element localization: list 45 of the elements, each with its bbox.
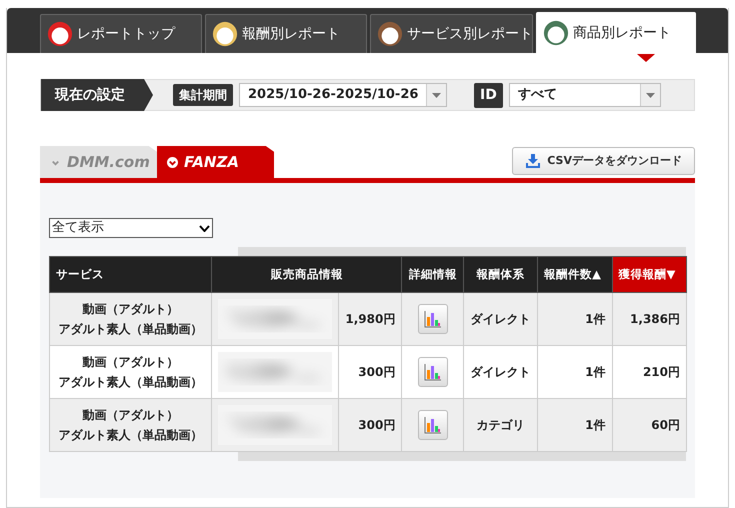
price-cell: 300円	[338, 398, 402, 452]
chart-button[interactable]	[418, 357, 448, 387]
count-cell: 1件	[538, 398, 612, 452]
price-cell: 1,980円	[338, 292, 402, 346]
reward-type-cell: ダイレクト	[464, 346, 538, 398]
reward-cell: 210円	[612, 346, 686, 398]
report-tab[interactable]: 報酬別レポート	[205, 14, 367, 53]
brand-tab[interactable]: FANZA	[157, 146, 274, 178]
price-cell: 300円	[338, 346, 402, 398]
reward-cell: 60円	[612, 398, 686, 452]
column-header: 報酬体系	[464, 256, 538, 292]
service-cell: 動画（アダルト） アダルト素人（単品動画）	[50, 398, 212, 452]
filter-select[interactable]: 全て表示	[49, 218, 213, 238]
column-header: サービス	[50, 256, 212, 292]
chart-button[interactable]	[418, 410, 448, 440]
bar-chart-icon	[424, 310, 442, 328]
column-header: 販売商品情報	[212, 256, 402, 292]
bar-chart-icon	[424, 363, 442, 381]
count-cell: 1件	[538, 346, 612, 398]
report-tab[interactable]: レポートトップ	[40, 14, 202, 53]
id-select[interactable]: すべて	[508, 83, 661, 107]
avatar-icon	[47, 21, 73, 47]
column-header: 詳細情報	[402, 256, 464, 292]
reward-type-cell: ダイレクト	[464, 292, 538, 346]
report-tab[interactable]: サービス別レポート	[370, 14, 533, 53]
period-label: 集計期間	[173, 84, 233, 106]
avatar-icon	[377, 21, 403, 47]
download-icon	[525, 153, 542, 169]
service-cell: 動画（アダルト） アダルト素人（単品動画）	[50, 346, 212, 398]
chart-button[interactable]	[418, 304, 448, 334]
chevron-icon	[167, 156, 178, 168]
count-cell: 1件	[538, 292, 612, 346]
report-tab[interactable]: 商品別レポート	[536, 12, 696, 53]
id-label: ID	[474, 82, 503, 108]
avatar-icon	[212, 21, 238, 47]
download-button[interactable]: CSVデータをダウンロード	[512, 147, 695, 175]
column-header[interactable]: 報酬件数▲	[538, 256, 612, 292]
period-select[interactable]: 2025/10-26-2025/10-26	[239, 83, 447, 107]
avatar-icon	[543, 20, 569, 46]
column-header[interactable]: 獲得報酬▼	[612, 256, 686, 292]
reward-type-cell: カテゴリ	[464, 398, 538, 452]
reward-cell: 1,386円	[612, 292, 686, 346]
service-cell: 動画（アダルト） アダルト素人（単品動画）	[50, 292, 212, 346]
bar-chart-icon	[424, 416, 442, 434]
settings-heading: 現在の設定	[41, 79, 153, 111]
